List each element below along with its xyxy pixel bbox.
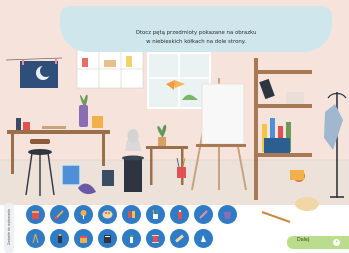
bucket-icon[interactable]: [218, 205, 237, 224]
book-icon[interactable]: [98, 229, 117, 248]
paint-can-icon[interactable]: [74, 229, 93, 248]
bottle-icon[interactable]: [50, 229, 69, 248]
thumbtack-icon[interactable]: [74, 205, 93, 224]
thread-spool-icon[interactable]: [146, 229, 165, 248]
arrow-right-icon: ›: [333, 239, 340, 246]
side-strip-label: Zadanie do wykonania: [7, 209, 11, 245]
paintbrush-icon[interactable]: [50, 205, 69, 224]
pencil-icon[interactable]: [194, 205, 213, 224]
wall-shelf: [76, 49, 144, 89]
marker-icon[interactable]: [122, 229, 141, 248]
paint-bucket-icon[interactable]: [26, 205, 45, 224]
instruction-text: Otocz pętą przedmioty pokazane na obrazk…: [135, 30, 257, 45]
brush-jar-icon[interactable]: [146, 205, 165, 224]
sculpture-icon[interactable]: [194, 229, 213, 248]
paint-tubes-icon[interactable]: [122, 205, 141, 224]
spray-can-icon[interactable]: [170, 205, 189, 224]
next-button[interactable]: Dalej ›: [287, 236, 349, 249]
ruler-icon[interactable]: [170, 229, 189, 248]
next-button-label: Dalej: [297, 238, 310, 243]
app-page: Otocz pętą przedmioty pokazane na obrazk…: [0, 0, 349, 253]
side-strip: Zadanie do wykonania: [4, 203, 14, 253]
easel-icon[interactable]: [26, 229, 45, 248]
palette-icon[interactable]: [98, 205, 117, 224]
window: [147, 52, 211, 109]
